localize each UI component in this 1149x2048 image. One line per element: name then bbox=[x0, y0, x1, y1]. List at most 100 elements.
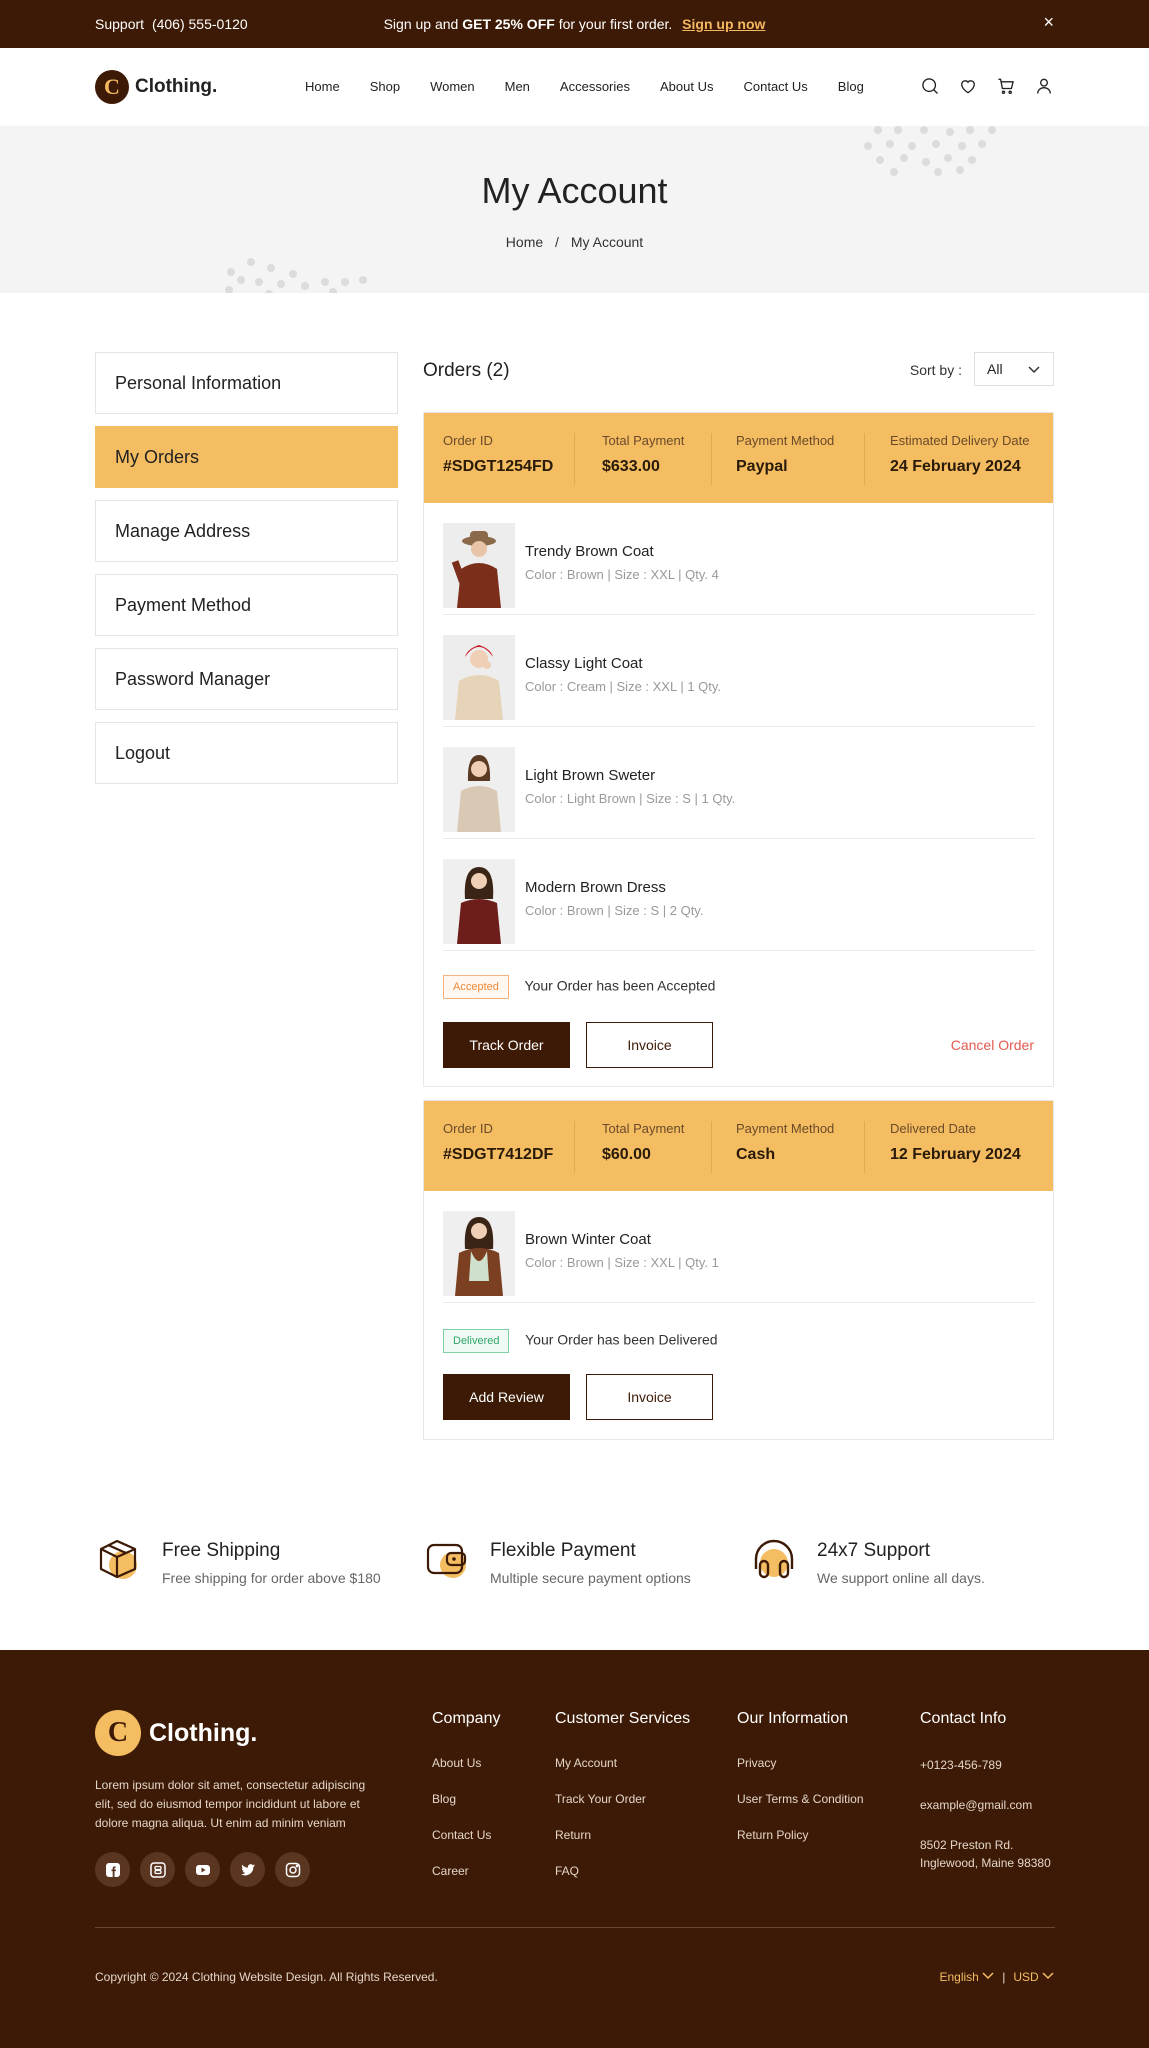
track-order-button[interactable]: Track Order bbox=[443, 1022, 570, 1068]
product-name[interactable]: Light Brown Sweter bbox=[525, 767, 655, 784]
announcement-bar: Support (406) 555-0120 Sign up and GET 2… bbox=[0, 0, 1149, 48]
sidebar-item-password-manager[interactable]: Password Manager bbox=[95, 648, 398, 710]
product-image[interactable] bbox=[443, 747, 515, 832]
sidebar-item-logout[interactable]: Logout bbox=[95, 722, 398, 784]
feature-title: Free Shipping bbox=[162, 1540, 281, 1561]
footer-col-title: Customer Services bbox=[555, 1710, 691, 1727]
footer-link[interactable]: FAQ bbox=[555, 1864, 690, 1878]
footer-link[interactable]: About Us bbox=[432, 1756, 500, 1770]
footer-link[interactable]: User Terms & Condition bbox=[737, 1792, 864, 1806]
order-id-value: #SDGT1254FD bbox=[443, 458, 554, 475]
footer-link[interactable]: Contact Us bbox=[432, 1828, 500, 1842]
feature-subtitle: Free shipping for order above $180 bbox=[162, 1570, 381, 1586]
contact-phone[interactable]: +0123-456-789 bbox=[920, 1756, 1055, 1774]
language-select[interactable]: English bbox=[939, 1970, 994, 1984]
footer-logo-mark: C bbox=[95, 1710, 141, 1756]
search-icon[interactable] bbox=[920, 76, 940, 96]
social-links bbox=[95, 1852, 310, 1887]
sidebar-item-manage-address[interactable]: Manage Address bbox=[95, 500, 398, 562]
headset-icon bbox=[750, 1535, 798, 1583]
product-name[interactable]: Modern Brown Dress bbox=[525, 879, 666, 896]
footer-link[interactable]: My Account bbox=[555, 1756, 690, 1770]
product-name[interactable]: Brown Winter Coat bbox=[525, 1231, 651, 1248]
nav-women[interactable]: Women bbox=[430, 79, 475, 94]
nav-blog[interactable]: Blog bbox=[838, 79, 864, 94]
order-item: Classy Light Coat Color : Cream | Size :… bbox=[443, 615, 1035, 727]
delivery-date-col: Estimated Delivery Date 24 February 2024 bbox=[890, 433, 1029, 476]
breadcrumb-home[interactable]: Home bbox=[506, 234, 543, 250]
contact-address: 8502 Preston Rd. Inglewood, Maine 98380 bbox=[920, 1838, 1051, 1870]
youtube-icon[interactable] bbox=[185, 1852, 220, 1887]
chevron-down-icon bbox=[1042, 1972, 1054, 1980]
chevron-down-icon bbox=[982, 1972, 994, 1980]
cart-icon[interactable] bbox=[996, 76, 1016, 96]
product-image[interactable] bbox=[443, 635, 515, 720]
footer-logo[interactable]: C Clothing. bbox=[95, 1710, 257, 1756]
currency-select[interactable]: USD bbox=[1013, 1970, 1054, 1984]
nav-contact-us[interactable]: Contact Us bbox=[743, 79, 807, 94]
locale-separator: | bbox=[1002, 1970, 1006, 1984]
blogger-icon[interactable] bbox=[140, 1852, 175, 1887]
nav-home[interactable]: Home bbox=[305, 79, 340, 94]
cancel-order-link[interactable]: Cancel Order bbox=[951, 1037, 1034, 1053]
total-payment-value: $60.00 bbox=[602, 1146, 651, 1163]
sidebar-item-my-orders[interactable]: My Orders bbox=[95, 426, 398, 488]
footer-col-services: Customer Services My Account Track Your … bbox=[555, 1710, 690, 1900]
facebook-icon[interactable] bbox=[95, 1852, 130, 1887]
delivered-date-col: Delivered Date 12 February 2024 bbox=[890, 1121, 1021, 1164]
footer-link[interactable]: Privacy bbox=[737, 1756, 864, 1770]
copyright: Copyright © 2024 Clothing Website Design… bbox=[95, 1970, 438, 1984]
order-summary-band: Order ID #SDGT7412DF Total Payment $60.0… bbox=[424, 1101, 1053, 1191]
order-item: Trendy Brown Coat Color : Brown | Size :… bbox=[443, 503, 1035, 615]
nav-shop[interactable]: Shop bbox=[370, 79, 400, 94]
promo-prefix: Sign up and bbox=[383, 16, 459, 32]
footer-link[interactable]: Blog bbox=[432, 1792, 500, 1806]
box-icon bbox=[95, 1535, 143, 1583]
payment-method-value: Cash bbox=[736, 1146, 776, 1163]
heart-icon[interactable] bbox=[958, 76, 978, 96]
orders-header: Orders (2) Sort by : All bbox=[423, 352, 1054, 388]
nav-accessories[interactable]: Accessories bbox=[560, 79, 630, 94]
promo-discount: GET 25% OFF bbox=[462, 16, 555, 32]
instagram-icon[interactable] bbox=[275, 1852, 310, 1887]
locale-selectors: English | USD bbox=[939, 1970, 1054, 1984]
nav-about-us[interactable]: About Us bbox=[660, 79, 713, 94]
contact-email[interactable]: example@gmail.com bbox=[920, 1796, 1055, 1814]
nav-men[interactable]: Men bbox=[505, 79, 530, 94]
product-meta: Color : Brown | Size : XXL | Qty. 4 bbox=[525, 567, 719, 582]
user-icon[interactable] bbox=[1034, 76, 1054, 96]
feature-title: 24x7 Support bbox=[817, 1540, 931, 1561]
signup-link[interactable]: Sign up now bbox=[682, 16, 765, 32]
footer-link[interactable]: Career bbox=[432, 1864, 500, 1878]
product-image[interactable] bbox=[443, 859, 515, 944]
product-name[interactable]: Trendy Brown Coat bbox=[525, 543, 654, 560]
footer-col-title: Our Information bbox=[737, 1710, 849, 1727]
product-name[interactable]: Classy Light Coat bbox=[525, 655, 643, 672]
footer-link[interactable]: Return bbox=[555, 1828, 690, 1842]
delivery-date-label: Estimated Delivery Date bbox=[890, 433, 1030, 448]
footer-link[interactable]: Return Policy bbox=[737, 1828, 864, 1842]
twitter-icon[interactable] bbox=[230, 1852, 265, 1887]
sidebar-item-personal-information[interactable]: Personal Information bbox=[95, 352, 398, 414]
sort-select[interactable]: All bbox=[974, 352, 1054, 386]
product-image[interactable] bbox=[443, 1211, 515, 1296]
status-badge: Accepted bbox=[443, 975, 509, 999]
invoice-button[interactable]: Invoice bbox=[586, 1374, 713, 1420]
add-review-button[interactable]: Add Review bbox=[443, 1374, 570, 1420]
total-payment-col: Total Payment $60.00 bbox=[602, 1121, 684, 1164]
breadcrumb-separator: / bbox=[555, 234, 559, 250]
site-footer: C Clothing. Lorem ipsum dolor sit amet, … bbox=[0, 1650, 1149, 2048]
invoice-button[interactable]: Invoice bbox=[586, 1022, 713, 1068]
sidebar-item-payment-method[interactable]: Payment Method bbox=[95, 574, 398, 636]
order-summary-band: Order ID #SDGT1254FD Total Payment $633.… bbox=[424, 413, 1053, 503]
features-strip: Free Shipping Free shipping for order ab… bbox=[95, 1535, 1055, 1605]
product-image[interactable] bbox=[443, 523, 515, 608]
footer-col-contact: Contact Info +0123-456-789 example@gmail… bbox=[920, 1710, 1055, 1894]
close-icon[interactable]: × bbox=[1043, 12, 1054, 33]
site-logo[interactable]: C Clothing. bbox=[95, 70, 217, 104]
order-card: Order ID #SDGT1254FD Total Payment $633.… bbox=[423, 412, 1054, 1087]
payment-method-label: Payment Method bbox=[736, 1121, 835, 1136]
footer-link[interactable]: Track Your Order bbox=[555, 1792, 690, 1806]
total-payment-value: $633.00 bbox=[602, 458, 660, 475]
order-id-col: Order ID #SDGT7412DF bbox=[443, 1121, 553, 1164]
